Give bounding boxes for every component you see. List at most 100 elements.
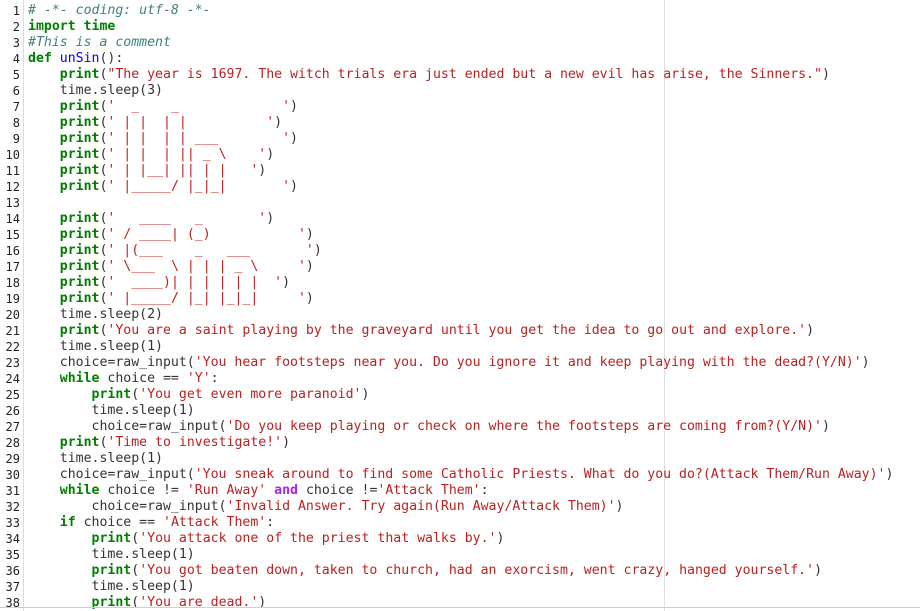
code-token: 'Attack Them' bbox=[163, 515, 267, 530]
code-line[interactable]: 35 time.sleep(1) bbox=[0, 547, 920, 563]
code-token: and bbox=[274, 483, 298, 498]
line-number: 18 bbox=[5, 276, 20, 290]
code-line[interactable]: 28 print('Time to investigate!') bbox=[0, 435, 920, 451]
code-token: while bbox=[59, 371, 100, 386]
code-text: def unSin(): bbox=[28, 51, 123, 67]
code-token: ' \___ \ | | | _ \ ' bbox=[107, 259, 306, 274]
code-line[interactable]: 16 print(' |(___ _ ___ ') bbox=[0, 243, 920, 259]
code-token: ) bbox=[885, 467, 894, 482]
code-text: print(' ____)| | | | | | ') bbox=[28, 275, 290, 291]
line-number: 25 bbox=[5, 388, 20, 402]
code-line[interactable]: 37 time.sleep(1) bbox=[0, 579, 920, 595]
code-token: time.sleep(3) bbox=[28, 83, 163, 98]
code-line[interactable]: 5 print("The year is 1697. The witch tri… bbox=[0, 67, 920, 83]
code-token: ) bbox=[361, 387, 370, 402]
code-token: choice == bbox=[99, 371, 187, 386]
code-line[interactable]: 19 print(' |_____/ |_| |_|_| ') bbox=[0, 291, 920, 307]
code-line[interactable]: 2 import time bbox=[0, 19, 920, 35]
code-line[interactable]: 18 print(' ____)| | | | | | ') bbox=[0, 275, 920, 291]
code-token: ) bbox=[266, 147, 275, 162]
code-line[interactable]: 20 time.sleep(2) bbox=[0, 307, 920, 323]
line-number: 8 bbox=[12, 116, 20, 130]
code-line[interactable]: 10 print(' | | | || _ \ ') bbox=[0, 147, 920, 163]
code-line[interactable]: 25 print('You get even more paranoid') bbox=[0, 387, 920, 403]
code-token: ) bbox=[305, 227, 314, 242]
code-token: choice=raw_input( bbox=[28, 467, 195, 482]
code-line[interactable]: 1 # -*- coding: utf-8 -*- bbox=[0, 3, 920, 19]
code-line[interactable]: 21 print('You are a saint playing by the… bbox=[0, 323, 920, 339]
code-line[interactable]: 3 #This is a comment bbox=[0, 35, 920, 51]
code-token: ' |_____/ |_|_| ' bbox=[107, 179, 291, 194]
code-line[interactable]: 29 time.sleep(1) bbox=[0, 451, 920, 467]
code-line[interactable]: 26 time.sleep(1) bbox=[0, 403, 920, 419]
code-text: time.sleep(1) bbox=[28, 547, 195, 563]
code-line[interactable]: 8 print(' | | | | ') bbox=[0, 115, 920, 131]
code-text: print(' | |__| || | | ') bbox=[28, 163, 266, 179]
code-text: import time bbox=[28, 19, 115, 35]
code-text: choice=raw_input('You sneak around to fi… bbox=[28, 467, 894, 483]
code-line[interactable]: 4 def unSin(): bbox=[0, 51, 920, 67]
code-line[interactable]: 24 while choice == 'Y': bbox=[0, 371, 920, 387]
code-line[interactable]: 7 print(' _ _ ') bbox=[0, 99, 920, 115]
line-number: 37 bbox=[5, 580, 20, 594]
line-number: 22 bbox=[5, 340, 20, 354]
code-token: choice=raw_input( bbox=[28, 499, 227, 514]
code-token: ' |(___ _ ___ ' bbox=[107, 243, 314, 258]
code-token: ) bbox=[821, 67, 830, 82]
code-token: ' _ _ ' bbox=[107, 99, 291, 114]
code-line[interactable]: 32 choice=raw_input('Invalid Answer. Try… bbox=[0, 499, 920, 515]
line-number: 20 bbox=[5, 308, 20, 322]
code-token: "The year is 1697. The witch trials era … bbox=[107, 67, 822, 82]
code-text: while choice != 'Run Away' and choice !=… bbox=[28, 483, 489, 499]
code-token: ) bbox=[266, 211, 275, 226]
code-text: print('You are dead.') bbox=[28, 595, 267, 611]
code-line[interactable]: 31 while choice != 'Run Away' and choice… bbox=[0, 483, 920, 499]
code-line[interactable]: 6 time.sleep(3) bbox=[0, 83, 920, 99]
code-token: print bbox=[59, 435, 100, 450]
code-line[interactable]: 36 print('You got beaten down, taken to … bbox=[0, 563, 920, 579]
code-text: print(' | | | | ') bbox=[28, 115, 282, 131]
code-token: choice == bbox=[75, 515, 163, 530]
code-token: print bbox=[59, 227, 100, 242]
code-token: time.sleep(2) bbox=[28, 307, 163, 322]
code-line[interactable]: 9 print(' | | | | ___ ') bbox=[0, 131, 920, 147]
line-number: 29 bbox=[5, 452, 20, 466]
code-lines[interactable]: 1 # -*- coding: utf-8 -*- 2 import time 3 #Th… bbox=[0, 3, 920, 611]
code-token: unSin bbox=[59, 51, 100, 66]
code-text: print(' ____ _ ') bbox=[28, 211, 274, 227]
line-number: 14 bbox=[5, 212, 20, 226]
code-token: print bbox=[59, 179, 100, 194]
code-token: 'Invalid Answer. Try again(Run Away/Atta… bbox=[226, 499, 616, 514]
code-line[interactable]: 27 choice=raw_input('Do you keep playing… bbox=[0, 419, 920, 435]
code-text: choice=raw_input('You hear footsteps nea… bbox=[28, 355, 870, 371]
code-editor[interactable]: 1 # -*- coding: utf-8 -*- 2 import time 3 #Th… bbox=[0, 0, 920, 611]
code-line[interactable]: 14 print(' ____ _ ') bbox=[0, 211, 920, 227]
code-line[interactable]: 23 choice=raw_input('You hear footsteps … bbox=[0, 355, 920, 371]
line-number: 34 bbox=[5, 532, 20, 546]
code-line[interactable]: 34 print('You attack one of the priest t… bbox=[0, 531, 920, 547]
code-line[interactable]: 17 print(' \___ \ | | | _ \ ') bbox=[0, 259, 920, 275]
code-line[interactable]: 15 print(' / ____| (_) ') bbox=[0, 227, 920, 243]
code-line[interactable]: 30 choice=raw_input('You sneak around to… bbox=[0, 467, 920, 483]
code-line[interactable]: 11 print(' | |__| || | | ') bbox=[0, 163, 920, 179]
line-number: 17 bbox=[5, 260, 20, 274]
line-number: 16 bbox=[5, 244, 20, 258]
line-number: 13 bbox=[5, 196, 20, 210]
code-token: ( bbox=[131, 531, 140, 546]
code-token: 'You are a saint playing by the graveyar… bbox=[107, 323, 807, 338]
code-line[interactable]: 38 print('You are dead.') bbox=[0, 595, 920, 611]
code-line[interactable]: 33 if choice == 'Attack Them': bbox=[0, 515, 920, 531]
code-line[interactable]: 22 time.sleep(1) bbox=[0, 339, 920, 355]
code-line[interactable]: 13 bbox=[0, 195, 920, 211]
code-text: print('You attack one of the priest that… bbox=[28, 531, 505, 547]
code-line[interactable]: 12 print(' |_____/ |_|_| ') bbox=[0, 179, 920, 195]
code-token: choice != bbox=[99, 483, 187, 498]
code-token: ' | | | | ' bbox=[107, 115, 275, 130]
line-number: 10 bbox=[5, 148, 20, 162]
